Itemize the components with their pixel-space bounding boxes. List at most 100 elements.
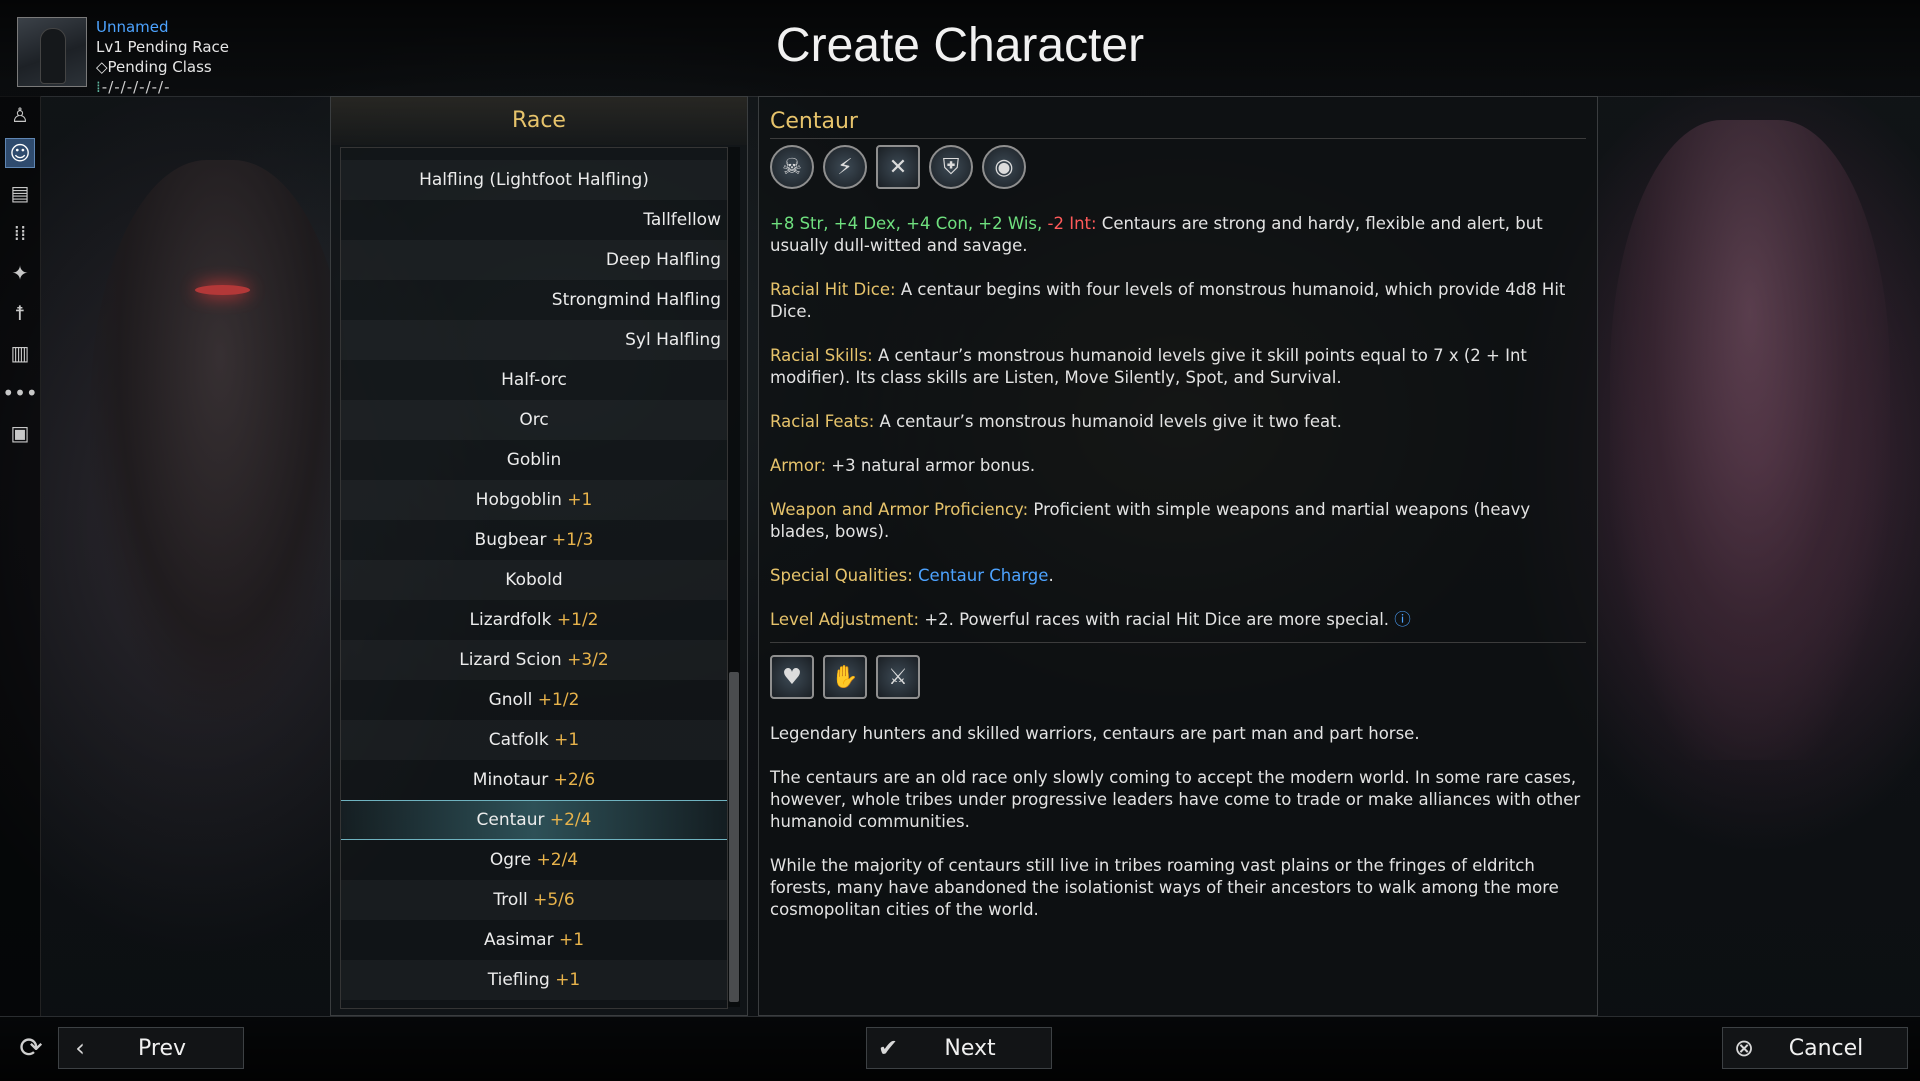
- armor-helm-icon[interactable]: ⛨: [929, 145, 973, 189]
- more-icon[interactable]: •••: [2, 378, 37, 408]
- help-icon[interactable]: ⓘ: [1394, 610, 1411, 629]
- lightning-slash-icon[interactable]: ⚡: [823, 145, 867, 189]
- chevron-left-icon: ‹: [75, 1034, 85, 1062]
- hit-dice-label: Racial Hit Dice:: [770, 280, 896, 299]
- spellbook-icon[interactable]: ▥: [5, 338, 35, 368]
- race-item-halfling-lightfoot-halfling[interactable]: Halfling (Lightfoot Halfling): [341, 160, 727, 200]
- level-adjustment: +1/2: [556, 610, 599, 630]
- special-end: .: [1048, 566, 1054, 585]
- race-name: Strongmind Halfling: [551, 290, 721, 310]
- person-icon[interactable]: ♙: [5, 100, 35, 130]
- level-adjustment: +5/6: [533, 890, 575, 910]
- ability-scores: -/-/-/-/-/-: [101, 78, 171, 96]
- race-name: Deep Halfling: [605, 250, 721, 270]
- next-button[interactable]: ✔ Next: [866, 1027, 1052, 1069]
- race-name: Lizard Scion: [459, 650, 562, 670]
- race-name: Catfolk: [488, 730, 549, 750]
- level-adjustment: +1/3: [551, 530, 594, 550]
- special-paragraph: Special Qualities: Centaur Charge.: [770, 565, 1590, 587]
- handshake-icon[interactable]: ✋: [823, 655, 867, 699]
- race-name: Troll: [493, 890, 528, 910]
- level-adjustment: +1: [567, 490, 593, 510]
- level-label: Level Adjustment:: [770, 610, 920, 629]
- race-item-catfolk[interactable]: Catfolk +1: [341, 720, 727, 760]
- race-item-deep-halfling[interactable]: Deep Halfling: [341, 240, 727, 280]
- race-item-syl-halfling[interactable]: Syl Halfling: [341, 320, 727, 360]
- skills-paragraph: Racial Skills: A centaur’s monstrous hum…: [770, 345, 1590, 389]
- race-list[interactable]: Svirfneblin +3 Halfling (Lightfoot Halfl…: [340, 147, 728, 1009]
- stats-negative: -2 Int:: [1047, 214, 1097, 233]
- race-item-partial[interactable]: Svirfneblin +3: [341, 148, 727, 160]
- race-name: Lizardfolk: [469, 610, 552, 630]
- race-name: Orc: [519, 410, 549, 430]
- race-list-scroll-thumb[interactable]: [729, 672, 739, 1002]
- race-item-goblin[interactable]: Goblin: [341, 440, 727, 480]
- race-icon[interactable]: ☺: [5, 138, 35, 168]
- race-description: +8 Str, +4 Dex, +4 Con, +2 Wis, -2 Int: …: [770, 213, 1590, 653]
- race-item-strongmind-halfling[interactable]: Strongmind Halfling: [341, 280, 727, 320]
- page-title: Create Character: [775, 19, 1145, 72]
- feats-label: Racial Feats:: [770, 412, 875, 431]
- lore-paragraph-1: Legendary hunters and skilled warriors, …: [770, 724, 1420, 743]
- crossed-arrows-icon[interactable]: ✕: [876, 145, 920, 189]
- spear-figure-icon[interactable]: ⚔: [876, 655, 920, 699]
- race-item-tallfellow[interactable]: Tallfellow: [341, 200, 727, 240]
- stats-paragraph: +8 Str, +4 Dex, +4 Con, +2 Wis, -2 Int: …: [770, 213, 1590, 257]
- level-adjustment: +1: [555, 970, 581, 990]
- level-adjustment: +1: [558, 930, 585, 950]
- cancel-label: Cancel: [1788, 1035, 1864, 1061]
- race-item-tiefling[interactable]: Tiefling +1: [341, 960, 727, 1000]
- feat-figure-icon[interactable]: ☨: [5, 298, 35, 328]
- figure-heart-icon[interactable]: ♥: [770, 655, 814, 699]
- level-text: +2. Powerful races with racial Hit Dice …: [919, 610, 1390, 629]
- summary-card-icon[interactable]: ▣: [5, 418, 35, 448]
- level-adjustment: +2/6: [553, 770, 596, 790]
- race-item-ogre[interactable]: Ogre +2/4: [341, 840, 727, 880]
- race-item-minotaur[interactable]: Minotaur +2/6: [341, 760, 727, 800]
- race-item-orc[interactable]: Orc: [341, 400, 727, 440]
- skills-label: Racial Skills:: [770, 346, 873, 365]
- race-item-centaur[interactable]: Centaur +2/4: [341, 800, 727, 840]
- ability-grid-icon[interactable]: ⁞⁞: [5, 218, 35, 248]
- detail-title: Centaur: [770, 109, 1586, 139]
- trait-icon-row: ☠ ⚡ ✕ ⛨ ◉: [770, 145, 1026, 189]
- race-name: Gnoll: [488, 690, 533, 710]
- next-label: Next: [944, 1035, 996, 1061]
- race-item-troll[interactable]: Troll +5/6: [341, 880, 727, 920]
- centaur-charge-link[interactable]: Centaur Charge: [918, 566, 1048, 585]
- book-class-icon[interactable]: ▤: [5, 178, 35, 208]
- race-item-lizardfolk[interactable]: Lizardfolk +1/2: [341, 600, 727, 640]
- race-item-kobold[interactable]: Kobold: [341, 560, 727, 600]
- race-item-gnoll[interactable]: Gnoll +1/2: [341, 680, 727, 720]
- race-item-lizard-scion[interactable]: Lizard Scion +3/2: [341, 640, 727, 680]
- step-sidebar: ♙ ☺ ▤ ⁞⁞ ✦ ☨ ▥ ••• ▣: [0, 96, 41, 1016]
- header-bar: Unnamed Lv1 Pending Race ◇Pending Class …: [0, 0, 1920, 97]
- level-adjustment: +3/2: [567, 650, 609, 670]
- race-name: Minotaur: [472, 770, 549, 790]
- background-figure-right: [1610, 120, 1890, 760]
- armor-paragraph: Armor: +3 natural armor bonus.: [770, 455, 1590, 477]
- cancel-button[interactable]: ⊗ Cancel: [1722, 1027, 1908, 1069]
- level-adjustment: +1: [554, 730, 580, 750]
- check-circle-icon: ✔: [877, 1034, 899, 1062]
- character-abilities-line: ⁞-/-/-/-/-/-: [96, 77, 229, 97]
- race-name: Halfling (Lightfoot Halfling): [419, 170, 649, 190]
- race-item-aasimar[interactable]: Aasimar +1: [341, 920, 727, 960]
- race-item-hobgoblin[interactable]: Hobgoblin +1: [341, 480, 727, 520]
- reset-icon[interactable]: ⟳: [14, 1031, 48, 1064]
- skills-icon[interactable]: ✦: [5, 258, 35, 288]
- background-glowing-eyes: [195, 285, 250, 295]
- background-figure-left: [90, 160, 350, 720]
- skills-text: A centaur’s monstrous humanoid levels gi…: [770, 346, 1527, 387]
- race-name: Syl Halfling: [625, 330, 721, 350]
- hit-dice-paragraph: Racial Hit Dice: A centaur begins with f…: [770, 279, 1590, 323]
- lore-paragraph-2: The centaurs are an old race only slowly…: [770, 768, 1581, 831]
- armor-label: Armor:: [770, 456, 827, 475]
- mask-icon[interactable]: ☠: [770, 145, 814, 189]
- eye-icon[interactable]: ◉: [982, 145, 1026, 189]
- race-item-bugbear[interactable]: Bugbear +1/3: [341, 520, 727, 560]
- level-adjustment-paragraph: Level Adjustment: +2. Powerful races wit…: [770, 609, 1590, 631]
- stats-positive: +8 Str, +4 Dex, +4 Con, +2 Wis,: [770, 214, 1048, 233]
- prev-button[interactable]: ‹ Prev: [58, 1027, 244, 1069]
- race-item-half-orc[interactable]: Half-orc: [341, 360, 727, 400]
